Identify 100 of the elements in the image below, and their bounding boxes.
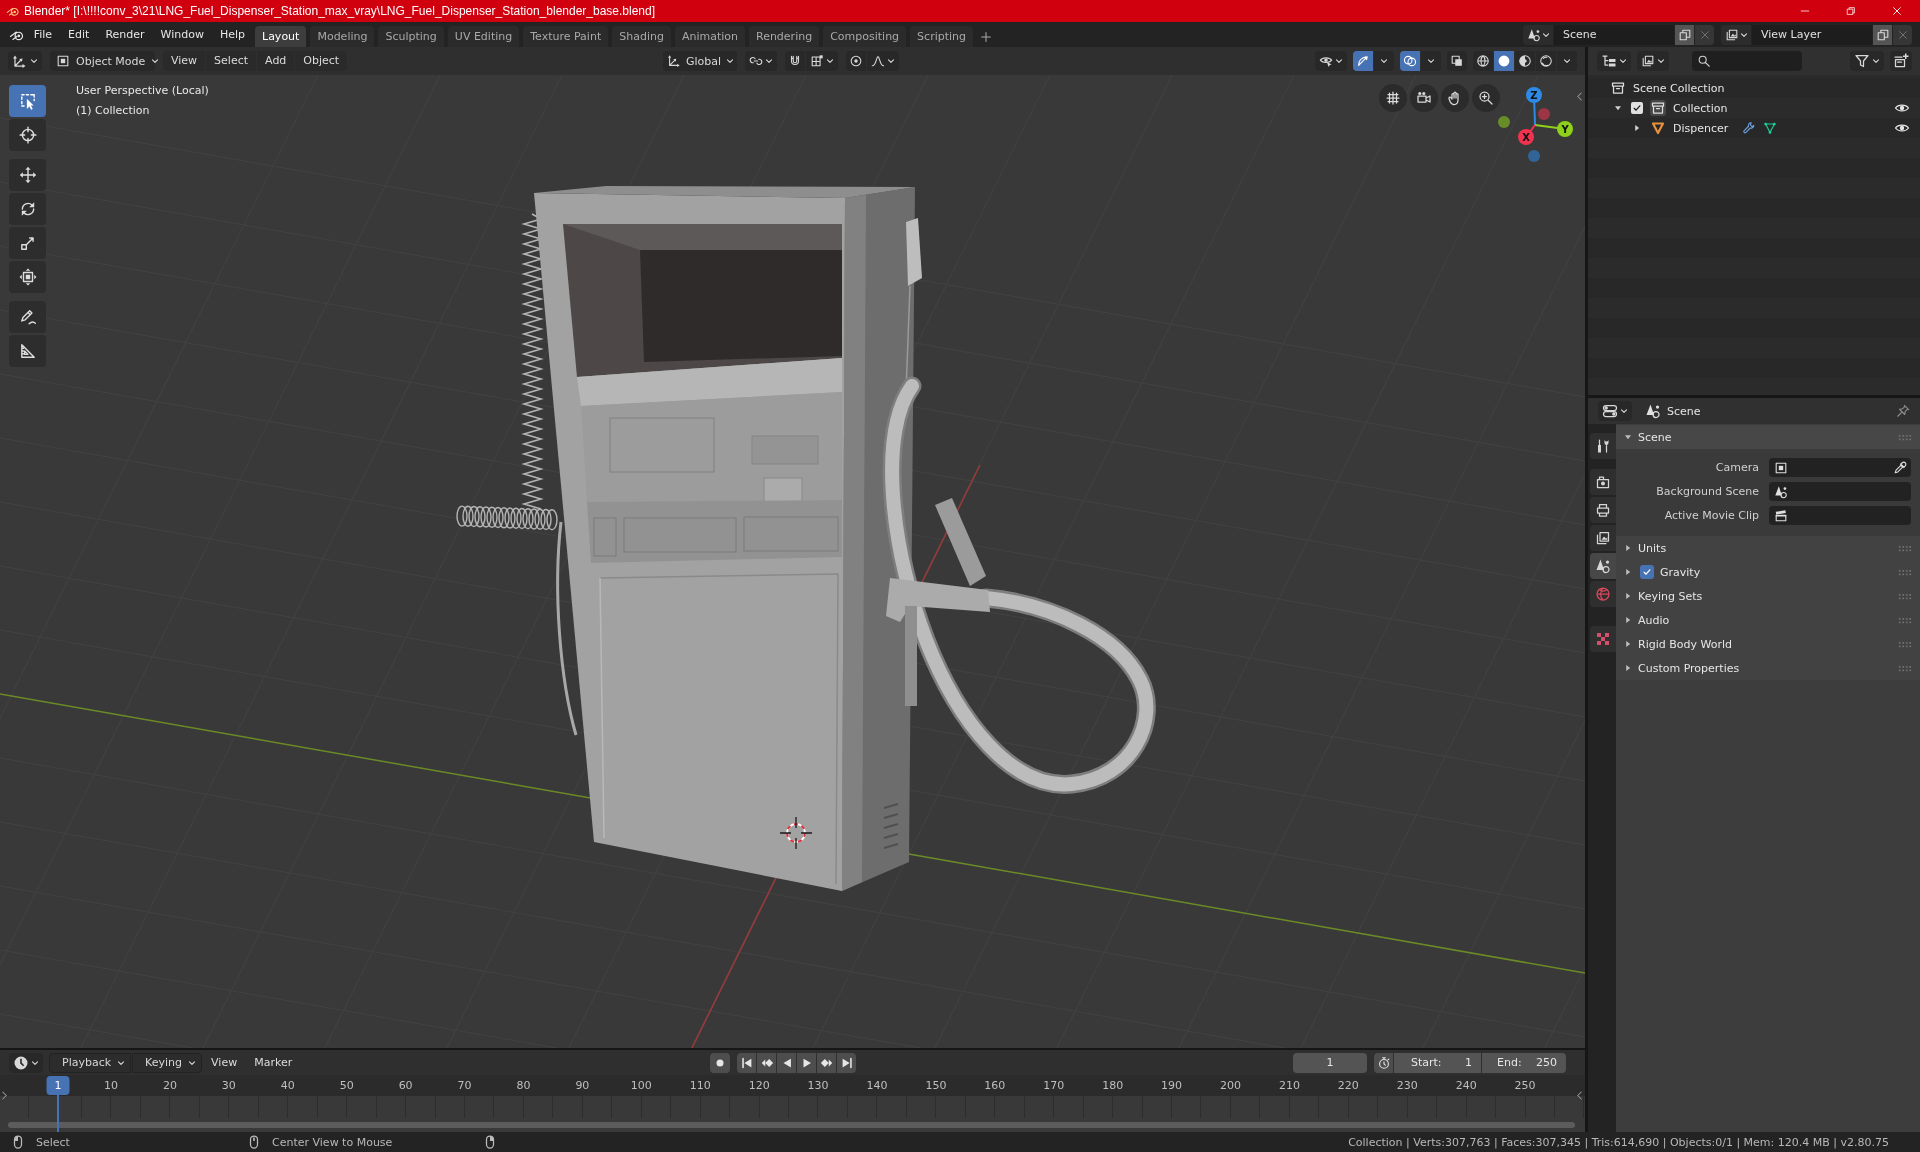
axis-handle[interactable]: Y	[1534, 121, 1573, 137]
workspace-tab[interactable]: Rendering	[749, 26, 820, 47]
shading-mode-button[interactable]	[1473, 51, 1493, 71]
tool-button[interactable]	[9, 159, 46, 191]
play-reverse-button[interactable]	[777, 1052, 796, 1073]
menu-item[interactable]: Window	[154, 25, 210, 44]
mesh-triangle-icon[interactable]	[1763, 121, 1778, 135]
grip-dots-icon[interactable]	[1898, 616, 1912, 624]
pin-icon[interactable]	[1896, 404, 1910, 418]
properties-tab[interactable]	[1590, 497, 1616, 523]
editor-type-button[interactable]	[9, 1052, 43, 1073]
outliner-item[interactable]: Scene Collection	[1633, 81, 1725, 95]
panel-header[interactable]: Custom Properties	[1616, 656, 1920, 680]
shading-mode-button[interactable]	[1515, 51, 1535, 71]
previous-keyframe-button[interactable]	[757, 1052, 776, 1073]
current-frame-field[interactable]: 1	[1293, 1052, 1367, 1073]
menu-button[interactable]: Add	[257, 51, 295, 71]
overlay-toggle-button[interactable]	[1400, 51, 1420, 71]
negative-axis-handle[interactable]	[1538, 108, 1550, 120]
checkbox[interactable]	[1640, 565, 1654, 579]
frame-ruler[interactable]: 1 10 20 30 40 50 60 70 80 90 100 110 120 130 140 150 160 170 180 190 200 210 220 230 240 250	[0, 1075, 1585, 1096]
shading-mode-button[interactable]	[1494, 51, 1514, 71]
region-toggle-icon[interactable]	[1576, 91, 1583, 102]
search-field[interactable]	[1692, 51, 1802, 71]
tool-button[interactable]	[9, 261, 46, 293]
properties-tab[interactable]	[1590, 525, 1616, 551]
viewport-canvas[interactable]: User Perspective (Local) (1) Collection Z Y X	[0, 75, 1585, 1048]
menu-item[interactable]: Edit	[62, 25, 96, 44]
grip-dots-icon[interactable]	[1898, 568, 1912, 576]
menu-button[interactable]: View	[163, 51, 206, 71]
menu-item[interactable]: File	[27, 25, 59, 44]
timeline-scrollbar[interactable]	[8, 1122, 1575, 1128]
options-dropdown[interactable]	[1374, 51, 1394, 71]
editor-type-button[interactable]	[1598, 401, 1632, 421]
zoom-view-button[interactable]	[1472, 84, 1500, 112]
pan-view-button[interactable]	[1441, 84, 1469, 112]
menu-button[interactable]: Marker	[246, 1056, 301, 1069]
workspace-tab[interactable]: Sculpting	[378, 26, 444, 47]
background-scene-field[interactable]	[1769, 482, 1911, 501]
panel-header[interactable]: Rigid Body World	[1616, 632, 1920, 656]
proportional-edit-toggle[interactable]	[846, 51, 866, 71]
panel-header[interactable]: Audio	[1616, 608, 1920, 632]
orientation-dropdown[interactable]: Global	[663, 51, 737, 71]
grip-dots-icon[interactable]	[1898, 640, 1912, 648]
menu-item[interactable]: Render	[99, 25, 151, 44]
tool-button[interactable]	[9, 227, 46, 259]
view-layer-browse-button[interactable]	[1721, 24, 1751, 45]
eyedropper-icon[interactable]	[1893, 460, 1907, 475]
tool-button[interactable]	[9, 301, 46, 333]
region-toggle-icon[interactable]	[1, 1090, 8, 1101]
checkbox[interactable]	[1631, 102, 1643, 114]
properties-tab[interactable]	[1590, 469, 1616, 495]
menu-button[interactable]: Select	[206, 51, 257, 71]
workspace-tab[interactable]: UV Editing	[447, 26, 520, 47]
keyframe-track-area[interactable]	[0, 1096, 1585, 1118]
jump-to-end-button[interactable]	[837, 1052, 856, 1073]
snap-toggle[interactable]	[785, 51, 805, 71]
filter-dropdown[interactable]	[1850, 51, 1884, 71]
workspace-tab[interactable]: Texture Paint	[523, 26, 609, 47]
new-scene-button[interactable]	[1675, 24, 1694, 45]
outliner-item[interactable]: Collection	[1673, 101, 1728, 115]
camera-field[interactable]	[1769, 458, 1911, 477]
negative-axis-handle[interactable]	[1528, 150, 1540, 162]
grip-dots-icon[interactable]	[1898, 592, 1912, 600]
tool-button[interactable]	[9, 85, 46, 117]
next-keyframe-button[interactable]	[817, 1052, 836, 1073]
region-toggle-icon[interactable]	[1576, 1090, 1583, 1101]
grip-dots-icon[interactable]	[1898, 433, 1912, 441]
outliner-item[interactable]: Dispencer	[1673, 121, 1729, 135]
record-button[interactable]	[710, 1052, 730, 1073]
snap-target-dropdown[interactable]	[806, 51, 838, 71]
gizmo-toggle-button[interactable]	[1353, 51, 1373, 71]
properties-tab[interactable]	[1590, 433, 1616, 459]
movie-clip-field[interactable]	[1769, 506, 1911, 525]
jump-to-start-button[interactable]	[737, 1052, 756, 1073]
scene-browse-button[interactable]	[1523, 24, 1553, 45]
workspace-tab[interactable]: Shading	[612, 26, 671, 47]
perspective-toggle-button[interactable]	[1379, 84, 1407, 112]
workspace-tab[interactable]: Scripting	[910, 26, 974, 47]
play-button[interactable]	[797, 1052, 816, 1073]
tool-button[interactable]	[9, 193, 46, 225]
pivot-dropdown[interactable]	[745, 51, 777, 71]
mode-dropdown[interactable]: Object Mode	[50, 51, 155, 71]
workspace-tab[interactable]: Layout	[255, 26, 307, 47]
menu-dropdown[interactable]: Playback	[49, 1052, 132, 1073]
editor-type-button[interactable]	[8, 51, 42, 71]
options-dropdown[interactable]	[1421, 51, 1441, 71]
falloff-dropdown[interactable]	[867, 51, 899, 71]
view-layer-name-field[interactable]: View Layer	[1752, 24, 1872, 45]
menu-item[interactable]: Help	[213, 25, 251, 44]
menu-dropdown[interactable]: Keying	[132, 1052, 203, 1073]
menu-button[interactable]: View	[203, 1056, 246, 1069]
tool-button[interactable]	[9, 335, 46, 367]
expand-arrow-icon[interactable]	[1633, 124, 1641, 132]
grip-dots-icon[interactable]	[1898, 664, 1912, 672]
end-frame-field[interactable]: End: 250	[1482, 1052, 1566, 1073]
display-mode-dropdown[interactable]	[1637, 51, 1669, 71]
xray-toggle-button[interactable]	[1447, 51, 1467, 71]
selectability-dropdown[interactable]	[1315, 51, 1347, 71]
workspace-tab[interactable]: Animation	[674, 26, 745, 47]
